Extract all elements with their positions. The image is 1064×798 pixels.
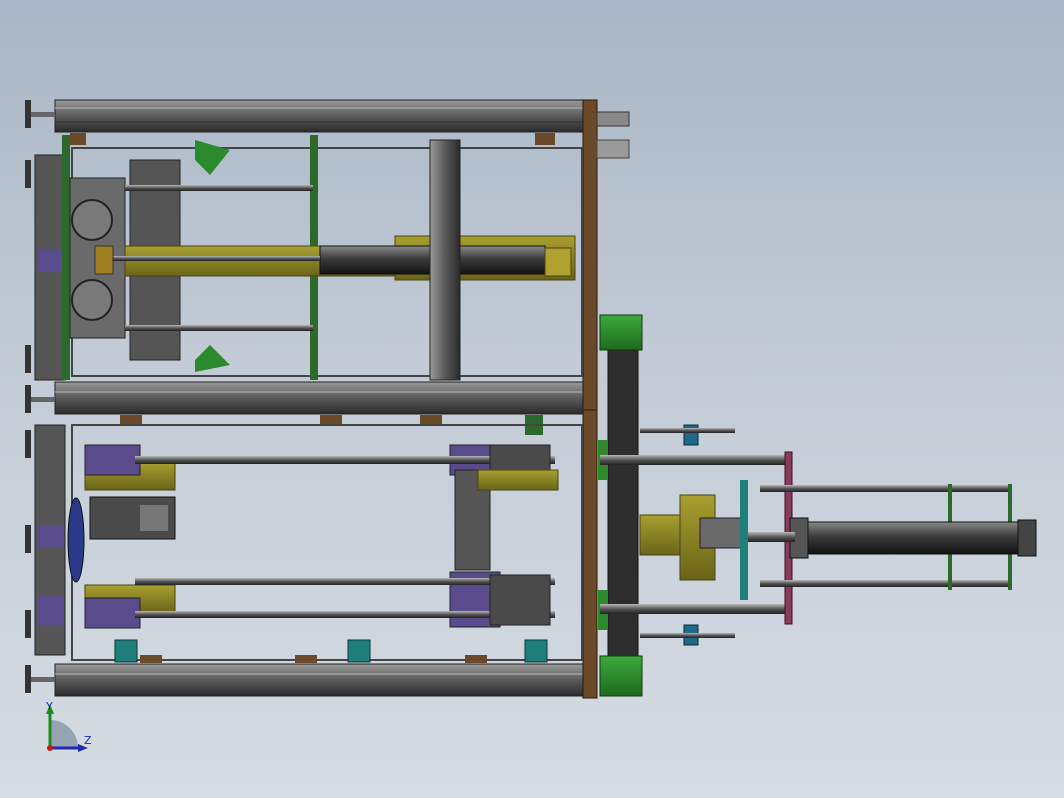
upper-right-frame [582, 99, 598, 411]
coordinate-triad-icon: Y Z [45, 700, 92, 752]
lower-module [34, 409, 598, 699]
upper-module [34, 99, 630, 435]
upper-bottom-rail [54, 381, 596, 415]
right-actuator-assembly [598, 314, 1037, 697]
triad-y-label: Y [45, 700, 53, 713]
lower-bottom-rail [54, 663, 596, 697]
upper-vertical-column [429, 139, 461, 381]
green-plate-left [62, 135, 70, 380]
top-rail [54, 99, 596, 133]
main-cylinder [799, 521, 1021, 555]
drive-belt [67, 497, 85, 583]
triad-z-label: Z [84, 734, 92, 747]
cad-viewport[interactable]: Y Z [0, 0, 1064, 798]
lower-right-frame [582, 409, 598, 699]
